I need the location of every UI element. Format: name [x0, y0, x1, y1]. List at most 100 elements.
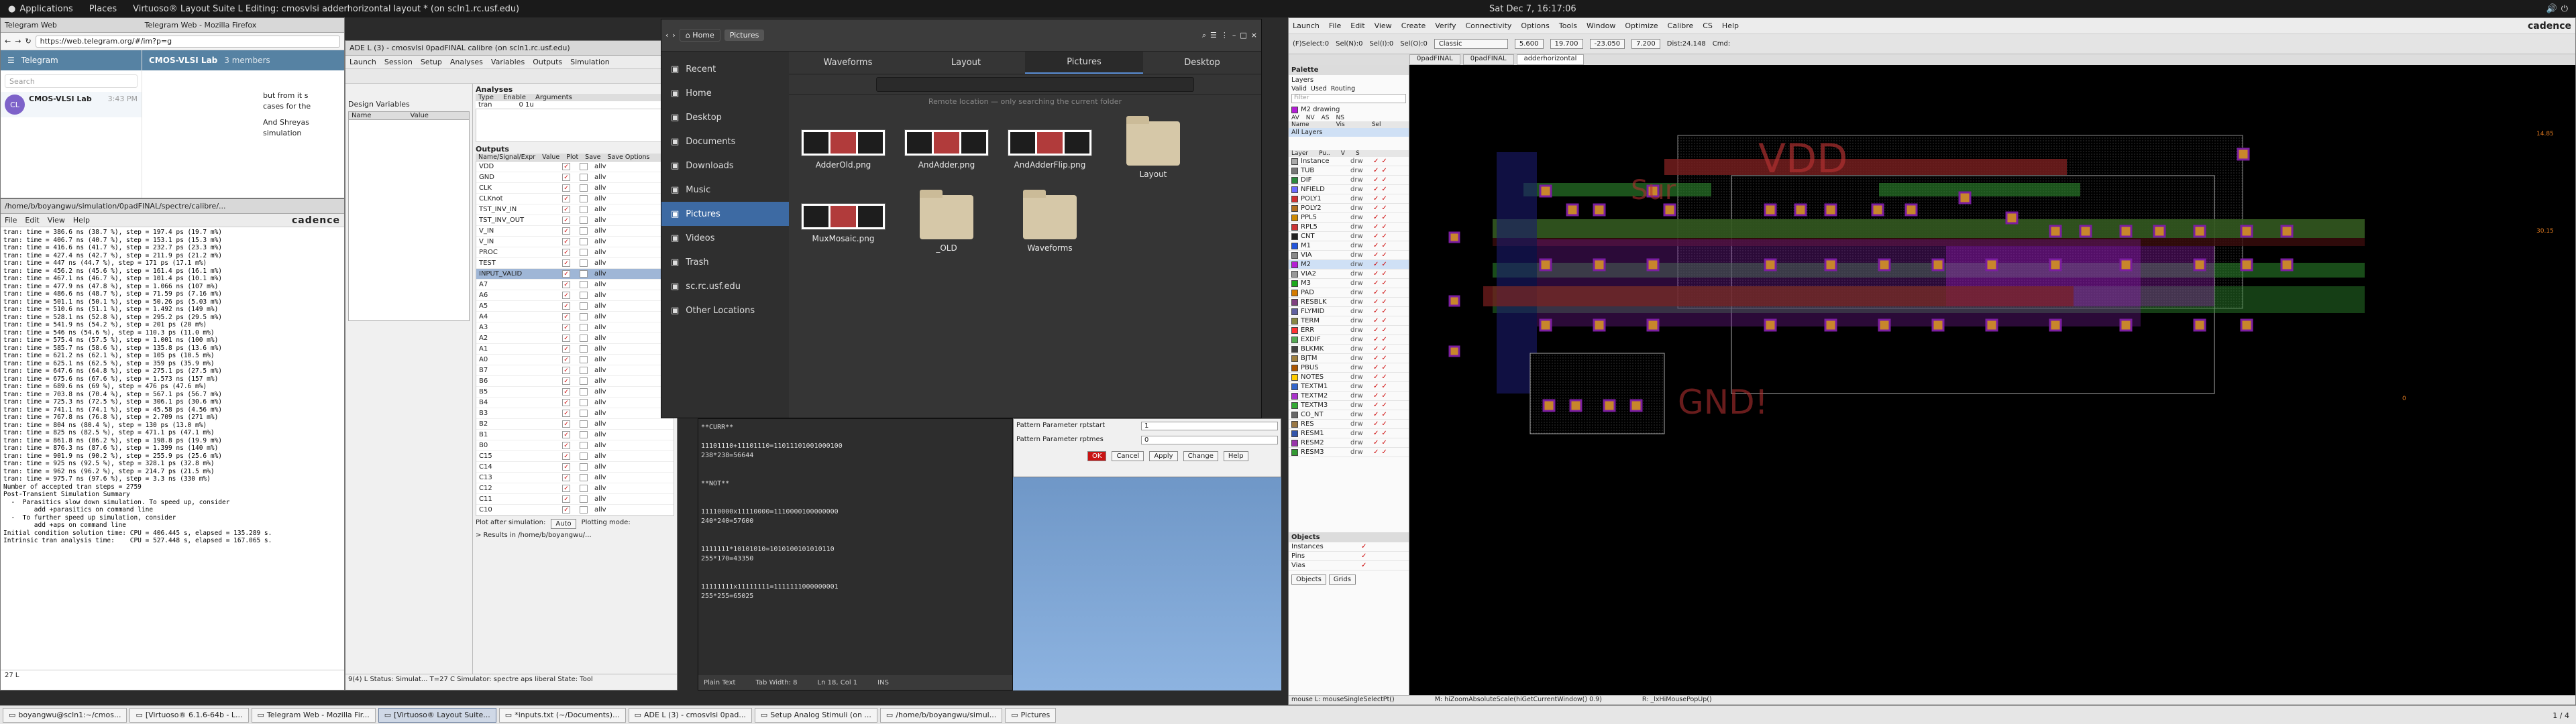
all-layers-row[interactable]: All Layers — [1289, 128, 1409, 137]
virtuoso-menu-window[interactable]: Window — [1587, 21, 1615, 30]
selectable-checkbox[interactable]: ✓ — [1381, 373, 1387, 381]
forward-icon[interactable]: › — [672, 31, 675, 40]
files-search-input[interactable] — [876, 76, 1194, 92]
save-checkbox[interactable] — [580, 335, 588, 342]
layer-row[interactable]: EXDIF drw ✓ ✓ — [1289, 335, 1409, 345]
visible-checkbox[interactable]: ✓ — [1361, 562, 1366, 569]
taskbar-item[interactable]: ▭ *inputs.txt (~/Documents)... — [498, 707, 626, 723]
selectable-checkbox[interactable]: ✓ — [1381, 204, 1387, 212]
selectable-checkbox[interactable]: ✓ — [1381, 223, 1387, 231]
layer-row[interactable]: M2 drw ✓ ✓ — [1289, 260, 1409, 269]
visible-checkbox[interactable]: ✓ — [1373, 402, 1379, 409]
selectable-checkbox[interactable]: ✓ — [1381, 214, 1387, 221]
layer-row[interactable]: NOTES drw ✓ ✓ — [1289, 373, 1409, 382]
coord-dx-field[interactable]: -23.050 — [1589, 39, 1625, 49]
routing-checkbox[interactable]: Routing — [1331, 85, 1355, 93]
save-checkbox[interactable] — [580, 302, 588, 310]
ade-menu-outputs[interactable]: Outputs — [533, 58, 562, 66]
selectable-checkbox[interactable]: ✓ — [1381, 420, 1387, 428]
visible-checkbox[interactable]: ✓ — [1373, 176, 1379, 184]
sidebar-item-pictures[interactable]: ▣ Pictures — [661, 202, 789, 226]
output-row[interactable]: B0 ✓ allv — [476, 440, 674, 451]
output-row[interactable]: TST_INV_OUT ✓ allv — [476, 215, 674, 226]
menu-file[interactable]: File — [5, 216, 17, 225]
plot-checkbox[interactable]: ✓ — [562, 270, 570, 278]
output-row[interactable]: V_IN ✓ allv — [476, 226, 674, 237]
used-checkbox[interactable]: Used — [1311, 85, 1327, 93]
save-checkbox[interactable] — [580, 281, 588, 288]
output-row[interactable]: A6 ✓ allv — [476, 290, 674, 301]
selectable-checkbox[interactable]: ✓ — [1381, 364, 1387, 371]
sidebar-item-downloads[interactable]: ▣ Downloads — [661, 154, 789, 178]
tab-layout[interactable]: Layout — [907, 52, 1025, 74]
language-select[interactable]: Plain Text — [704, 679, 735, 686]
virtuoso-menu-tools[interactable]: Tools — [1559, 21, 1577, 30]
coord-x-field[interactable]: 5.600 — [1514, 39, 1544, 49]
save-checkbox[interactable] — [580, 463, 588, 471]
plot-checkbox[interactable]: ✓ — [562, 474, 570, 481]
output-row[interactable]: A2 ✓ allv — [476, 333, 674, 344]
search-icon[interactable]: ⌕ — [1202, 31, 1206, 40]
save-checkbox[interactable] — [580, 227, 588, 235]
output-row[interactable]: C14 ✓ allv — [476, 462, 674, 473]
applications-menu[interactable]: ● Applications — [0, 4, 81, 14]
plot-checkbox[interactable]: ✓ — [562, 324, 570, 331]
output-row[interactable]: TST_INV_IN ✓ allv — [476, 204, 674, 215]
visible-checkbox[interactable]: ✓ — [1373, 270, 1379, 278]
plot-checkbox[interactable]: ✓ — [562, 249, 570, 256]
apply-button[interactable]: Apply — [1149, 451, 1178, 461]
layer-row[interactable]: PBUS drw ✓ ✓ — [1289, 363, 1409, 373]
layer-row[interactable]: PAD drw ✓ ✓ — [1289, 288, 1409, 298]
selectable-checkbox[interactable]: ✓ — [1381, 430, 1387, 437]
selectable-checkbox[interactable]: ✓ — [1381, 176, 1387, 184]
object-row[interactable]: Vias ✓ — [1289, 561, 1409, 570]
chat-list-item[interactable]: CL CMOS-VLSI Lab 3:43 PM — [1, 92, 142, 117]
menu-help[interactable]: Help — [73, 216, 90, 225]
visible-checkbox[interactable]: ✓ — [1373, 430, 1379, 437]
taskbar-item[interactable]: ▭ ADE L (3) - cmosvlsi 0pad... — [628, 707, 752, 723]
selectable-checkbox[interactable]: ✓ — [1381, 289, 1387, 296]
forward-icon[interactable]: → — [15, 37, 21, 46]
sidebar-item-recent[interactable]: ▣ Recent — [661, 57, 789, 81]
plot-checkbox[interactable]: ✓ — [562, 238, 570, 245]
plot-checkbox[interactable]: ✓ — [562, 463, 570, 471]
ade-menu-variables[interactable]: Variables — [491, 58, 525, 66]
layer-row[interactable]: CNT drw ✓ ✓ — [1289, 232, 1409, 241]
save-checkbox[interactable] — [580, 399, 588, 406]
output-row[interactable]: TEST ✓ allv — [476, 258, 674, 269]
virtuoso-menu-view[interactable]: View — [1375, 21, 1392, 30]
outputs-table[interactable]: VDD ✓ allv GND ✓ allv CLK ✓ allv CLKnot ✓ allv TST_I… — [476, 161, 674, 516]
virtuoso-menu-create[interactable]: Create — [1401, 21, 1426, 30]
save-checkbox[interactable] — [580, 238, 588, 245]
layer-row[interactable]: POLY1 drw ✓ ✓ — [1289, 194, 1409, 204]
selectable-checkbox[interactable]: ✓ — [1381, 233, 1387, 240]
taskbar-item[interactable]: ▭ [Virtuoso® 6.1.6-64b - L... — [129, 707, 249, 723]
selectable-checkbox[interactable]: ✓ — [1381, 270, 1387, 278]
output-row[interactable]: B2 ✓ allv — [476, 419, 674, 430]
taskbar-item[interactable]: ▭ Pictures — [1005, 707, 1057, 723]
virtuoso-menu-options[interactable]: Options — [1521, 21, 1549, 30]
virtuoso-menu-cs[interactable]: CS — [1703, 21, 1713, 30]
selectable-checkbox[interactable]: ✓ — [1381, 308, 1387, 315]
sidebar-item-other-locations[interactable]: ▣ Other Locations — [661, 298, 789, 322]
selectable-checkbox[interactable]: ✓ — [1381, 345, 1387, 353]
file-item[interactable]: AndAdderFlip.png — [1006, 121, 1093, 179]
layer-row[interactable]: TEXTM3 drw ✓ ✓ — [1289, 401, 1409, 410]
layer-row[interactable]: BJTM drw ✓ ✓ — [1289, 354, 1409, 363]
output-row[interactable]: V_IN ✓ allv — [476, 237, 674, 247]
grids-tab[interactable]: Grids — [1328, 575, 1356, 585]
plot-checkbox[interactable]: ✓ — [562, 206, 570, 213]
sidebar-item-music[interactable]: ▣ Music — [661, 178, 789, 202]
selectable-checkbox[interactable]: ✓ — [1381, 317, 1387, 324]
layer-row[interactable]: BLKMK drw ✓ ✓ — [1289, 345, 1409, 354]
visible-checkbox[interactable]: ✓ — [1373, 186, 1379, 193]
output-row[interactable]: A1 ✓ allv — [476, 344, 674, 355]
layer-row[interactable]: RPL5 drw ✓ ✓ — [1289, 223, 1409, 232]
visible-checkbox[interactable]: ✓ — [1373, 336, 1379, 343]
layer-row[interactable]: TEXTM2 drw ✓ ✓ — [1289, 391, 1409, 401]
sidebar-item-desktop[interactable]: ▣ Desktop — [661, 105, 789, 129]
virtuoso-menu-edit[interactable]: Edit — [1350, 21, 1364, 30]
output-row[interactable]: B3 ✓ allv — [476, 408, 674, 419]
layer-row[interactable]: RES drw ✓ ✓ — [1289, 420, 1409, 429]
output-row[interactable]: GND ✓ allv — [476, 172, 674, 183]
